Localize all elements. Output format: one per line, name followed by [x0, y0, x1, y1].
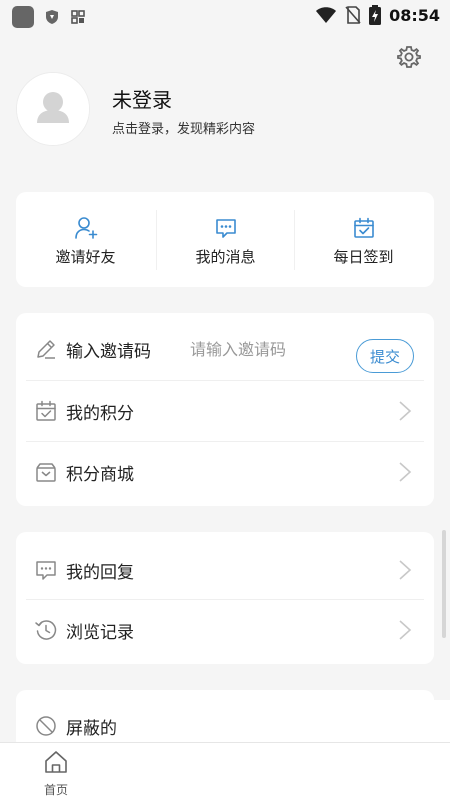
- chevron-right-icon: [399, 462, 412, 482]
- bottom-tab-bar: 首页: [0, 742, 450, 801]
- grid-apps-icon: [71, 10, 85, 24]
- battery-charging-icon: [369, 5, 382, 25]
- chevron-right-icon: [399, 560, 412, 580]
- gift-box-icon: [36, 463, 56, 482]
- block-icon: [36, 716, 56, 736]
- status-left: [12, 6, 86, 28]
- default-avatar-icon: [17, 73, 89, 145]
- points-card: 输入邀请码 提交 我的积分 积分商城: [16, 313, 434, 506]
- chevron-right-icon: [399, 620, 412, 640]
- menu-item-points-mall[interactable]: 积分商城: [16, 442, 434, 502]
- quick-action-label: 邀请好友: [55, 248, 116, 266]
- menu-item-browse-history[interactable]: 浏览记录: [16, 600, 434, 660]
- status-right: 08:54: [315, 5, 440, 25]
- app-notification-icon: [12, 6, 34, 28]
- wifi-icon: [316, 7, 337, 23]
- message-icon: [215, 219, 236, 238]
- clock-time: 08:54: [389, 5, 440, 25]
- history-icon: [35, 620, 57, 640]
- tab-home[interactable]: 首页: [20, 749, 92, 801]
- daily-checkin-button[interactable]: 每日签到: [294, 192, 433, 287]
- chevron-right-icon: [399, 401, 412, 421]
- menu-item-my-replies[interactable]: 我的回复: [16, 540, 434, 600]
- calendar-check-icon: [353, 217, 374, 238]
- invite-code-row: 输入邀请码 提交: [16, 319, 434, 379]
- pencil-icon: [37, 340, 55, 359]
- profile-header[interactable]: 未登录 点击登录，发现精彩内容: [16, 72, 416, 152]
- invite-friends-button[interactable]: 邀请好友: [16, 192, 155, 287]
- reply-icon: [36, 561, 56, 580]
- quick-action-label: 我的消息: [195, 248, 256, 266]
- avatar[interactable]: [16, 72, 90, 146]
- my-messages-button[interactable]: 我的消息: [156, 192, 295, 287]
- quick-actions-card: 邀请好友 我的消息 每日签到: [16, 192, 434, 287]
- status-bar: 08:54: [0, 0, 450, 32]
- home-icon: [45, 751, 67, 773]
- submit-button[interactable]: 提交: [356, 339, 414, 373]
- menu-item-label: 积分商城: [66, 465, 134, 485]
- scrollbar[interactable]: [442, 530, 446, 638]
- login-status-title[interactable]: 未登录: [112, 84, 172, 113]
- gear-icon[interactable]: [396, 44, 422, 70]
- menu-item-label: 我的积分: [66, 404, 134, 424]
- quick-action-label: 每日签到: [333, 248, 394, 266]
- no-sim-icon: [345, 6, 361, 24]
- activity-card: 我的回复 浏览记录: [16, 532, 434, 664]
- tab-label: 首页: [43, 783, 68, 797]
- invite-code-label: 输入邀请码: [66, 342, 151, 362]
- menu-item-label: 浏览记录: [66, 623, 134, 643]
- shield-icon: [46, 10, 58, 24]
- menu-item-my-points[interactable]: 我的积分: [16, 381, 434, 441]
- menu-item-label: 我的回复: [66, 563, 134, 583]
- points-calendar-icon: [36, 400, 56, 421]
- invite-code-input[interactable]: [190, 335, 350, 363]
- login-hint[interactable]: 点击登录，发现精彩内容: [112, 118, 255, 137]
- add-user-icon: [74, 217, 97, 239]
